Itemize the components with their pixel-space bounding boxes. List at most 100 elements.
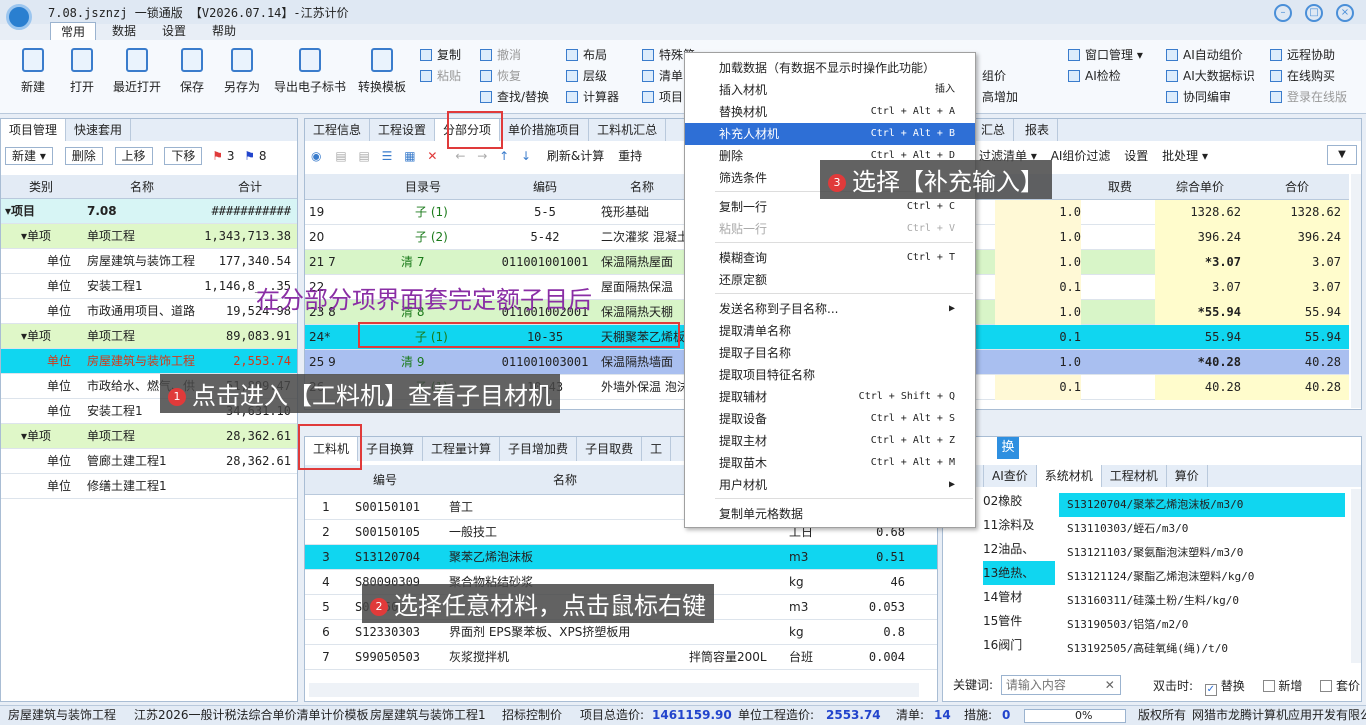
library-material-item[interactable]: S13120704/聚苯乙烯泡沫板/m3/0	[1059, 493, 1345, 517]
context-menu-item[interactable]: 提取项目特征名称	[685, 364, 975, 386]
library-material-item[interactable]: S13192505/高硅氧绳(绳)/t/0	[1059, 637, 1345, 661]
save-button[interactable]: 保存	[164, 48, 220, 95]
eye-icon[interactable]: ◉	[311, 149, 321, 163]
tab-quick-apply[interactable]: 快速套用	[66, 119, 132, 141]
arrow-right-icon[interactable]: →	[477, 149, 487, 163]
left-delete-button[interactable]: 删除	[64, 147, 103, 165]
delete-x-icon[interactable]: ✕	[427, 149, 437, 163]
layout-button[interactable]: 布局	[566, 46, 607, 63]
project-tree-row[interactable]: ▾单项 单项工程 1,343,713.38	[1, 224, 297, 249]
project-tree-row[interactable]: 单位 修缮土建工程1	[1, 474, 297, 499]
tab-item-fee[interactable]: 子目取费	[577, 437, 643, 461]
app-logo-icon[interactable]	[6, 4, 32, 30]
context-menu-item[interactable]: 提取设备 Ctrl + Alt + S	[685, 408, 975, 430]
undo-button[interactable]: 撤消	[480, 46, 521, 63]
tool-icon-3[interactable]: ☰	[382, 149, 393, 163]
tab-conversion[interactable]: 子目换算	[358, 437, 424, 461]
context-menu-item[interactable]: 复制单元格数据	[685, 503, 975, 525]
context-menu-item[interactable]: 替换材机 Ctrl + Alt + A	[685, 101, 975, 123]
ai-bigdata-button[interactable]: AI大数据标识	[1166, 67, 1255, 84]
move-up-button[interactable]: 上移	[114, 147, 153, 165]
minimize-icon[interactable]: –	[1274, 4, 1292, 22]
clear-input-icon[interactable]: ✕	[1105, 678, 1115, 692]
remote-assist-button[interactable]: 远程协助	[1270, 46, 1335, 63]
project-button[interactable]: 项目	[642, 88, 683, 105]
tab-project-material[interactable]: 工程材机	[1101, 465, 1167, 487]
project-tree-row[interactable]: 单位 安装工程1 1,146,8__.35	[1, 274, 297, 299]
refresh-calc-button[interactable]: 刷新&计算	[547, 149, 604, 163]
col-dir-no[interactable]: 目录号	[353, 174, 493, 200]
keyword-input[interactable]	[1000, 675, 1121, 695]
tab-more[interactable]: 工	[642, 437, 672, 461]
panel-dropdown-button[interactable]: ▼	[1327, 145, 1357, 165]
material-category-item[interactable]: 15管件	[983, 609, 1055, 633]
arrow-left-icon[interactable]: ←	[455, 149, 465, 163]
menu-tab-settings[interactable]: 设置	[152, 22, 196, 40]
ai-filter-button[interactable]: AI组价过滤	[1051, 149, 1111, 163]
arrow-down-icon[interactable]: ↓	[521, 149, 531, 163]
replace-icon[interactable]: 换	[997, 437, 1019, 459]
tab-ai-price[interactable]: AI查价	[984, 465, 1037, 487]
window-manage-button[interactable]: 窗口管理 ▾	[1068, 46, 1143, 63]
project-tree-row[interactable]: 单位 房屋建筑与装饰工程 2,553.74	[1, 349, 297, 374]
tool-icon-4[interactable]: ▦	[404, 149, 415, 163]
find-replace-button[interactable]: 查找/替换	[480, 88, 549, 105]
reorder-button[interactable]: 重持	[618, 149, 642, 163]
context-menu-item[interactable]: 提取苗木 Ctrl + Alt + M	[685, 452, 975, 474]
redo-button[interactable]: 恢复	[480, 67, 521, 84]
tab-quantity-calc[interactable]: 工程量计算	[423, 437, 501, 461]
batch-button[interactable]: 批处理 ▾	[1162, 149, 1208, 163]
tab-system-material[interactable]: 系统材机	[1036, 465, 1102, 487]
replace-checkbox[interactable]: ✓	[1204, 684, 1217, 696]
tab-project-info[interactable]: 工程信息	[305, 119, 371, 141]
tool-icon-2[interactable]: ▤	[358, 149, 369, 163]
open-button[interactable]: 打开	[54, 48, 110, 95]
library-material-item[interactable]: S13190503/铝箔/m2/0	[1059, 613, 1345, 637]
context-menu-item[interactable]: 提取辅材 Ctrl + Shift + Q	[685, 386, 975, 408]
context-menu-item[interactable]: 补充人材机 Ctrl + Alt + B	[685, 123, 975, 145]
context-menu-item[interactable]: 加载数据（有数据不显示时操作此功能）	[685, 57, 975, 79]
close-icon[interactable]: ×	[1336, 4, 1354, 22]
co-review-button[interactable]: 协同编审	[1166, 88, 1231, 105]
copy-button[interactable]: 复制	[420, 46, 461, 63]
export-bid-button[interactable]: 导出电子标书	[270, 48, 350, 95]
materials-hscrollbar[interactable]	[309, 683, 919, 697]
tab-add-fee[interactable]: 子目增加费	[500, 437, 578, 461]
tab-material-summary[interactable]: 工料机汇总	[589, 119, 667, 141]
tab-calc-price[interactable]: 算价	[1166, 465, 1208, 487]
project-tree-row[interactable]: ▾单项 单项工程 28,362.61	[1, 424, 297, 449]
group-price-button[interactable]: 组价	[982, 67, 1006, 84]
context-menu-item[interactable]: 模糊查询 Ctrl + T	[685, 247, 975, 269]
material-category-item[interactable]: 11涂料及	[983, 513, 1055, 537]
apply-price-checkbox[interactable]	[1320, 680, 1333, 692]
menu-tab-common[interactable]: 常用	[50, 22, 97, 40]
material-row[interactable]: 6 S12330303 界面剂 EPS聚苯板、XPS挤塑板用 kg 0.8	[305, 620, 937, 645]
col-category[interactable]: 类别	[1, 175, 81, 199]
move-down-button[interactable]: 下移	[164, 147, 203, 165]
col-amount[interactable]: 合价	[1245, 174, 1349, 200]
context-menu-item[interactable]: 用户材机 ▶	[685, 474, 975, 496]
center-scrollbar[interactable]	[1351, 174, 1361, 408]
menu-tab-data[interactable]: 数据	[102, 22, 146, 40]
bill-button[interactable]: 清单	[642, 67, 683, 84]
project-tree-row[interactable]: ▾单项 单项工程 89,083.91	[1, 324, 297, 349]
ai-check-button[interactable]: AI检检	[1068, 67, 1121, 84]
col-code[interactable]: 编码	[493, 174, 597, 200]
tab-project-manage[interactable]: 项目管理	[1, 119, 67, 141]
left-new-button[interactable]: 新建 ▾	[5, 147, 53, 165]
context-menu-item[interactable]: 提取主材 Ctrl + Alt + Z	[685, 430, 975, 452]
tab-project-settings[interactable]: 工程设置	[370, 119, 436, 141]
maximize-icon[interactable]: □	[1305, 4, 1323, 22]
library-material-item[interactable]: S13110303/蛭石/m3/0	[1059, 517, 1345, 541]
blue-flag-icon[interactable]: ⚑	[244, 149, 255, 163]
library-material-item[interactable]: S13121103/聚氨酯泡沫塑料/m3/0	[1059, 541, 1345, 565]
project-tree-row[interactable]: 单位 管廊土建工程1 28,362.61	[1, 449, 297, 474]
material-row[interactable]: 7 S99050503 灰浆搅拌机 拌筒容量200L 台班 0.004	[305, 645, 937, 670]
material-category-item[interactable]: 14管材	[983, 585, 1055, 609]
context-menu-item[interactable]: 粘贴一行 Ctrl + V	[685, 218, 975, 240]
recent-button[interactable]: 最近打开	[108, 48, 166, 95]
context-menu-item[interactable]: 提取清单名称	[685, 320, 975, 342]
context-menu-item[interactable]: 还原定额	[685, 269, 975, 291]
center-settings-button[interactable]: 设置	[1124, 149, 1148, 163]
arrow-up-icon[interactable]: ↑	[499, 149, 509, 163]
